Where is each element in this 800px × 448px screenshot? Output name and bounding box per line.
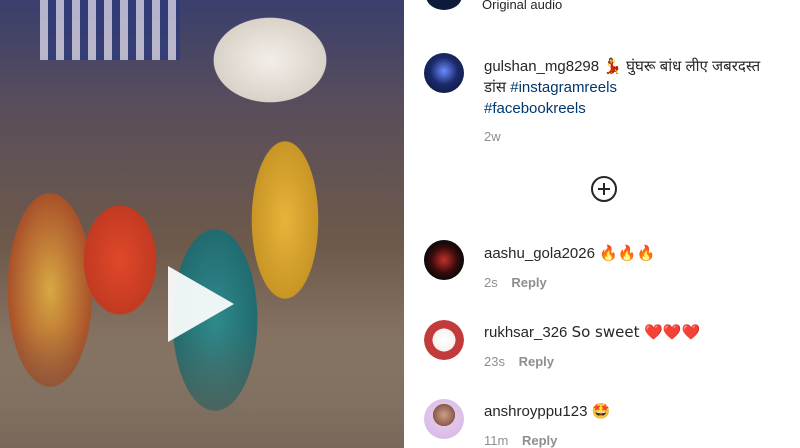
video-ground [0, 328, 404, 448]
poster-avatar[interactable] [424, 53, 464, 93]
comment-avatar[interactable] [424, 240, 464, 280]
comment-meta: 11m Reply [484, 433, 557, 448]
reply-button[interactable]: Reply [511, 275, 546, 290]
comment-row: aashu_gola2026 🔥🔥🔥 [484, 244, 655, 262]
load-more-comments-icon[interactable] [591, 176, 617, 202]
comment-timestamp: 2s [484, 275, 498, 290]
reel-video[interactable] [0, 0, 404, 448]
reply-button[interactable]: Reply [519, 354, 554, 369]
comment-username[interactable]: aashu_gola2026 [484, 245, 595, 262]
comment-avatar[interactable] [424, 399, 464, 439]
caption: gulshan_mg8298 💃 घुंघरू बांध लीए जबरदस्त… [484, 56, 784, 119]
comment-meta: 2s Reply [484, 275, 547, 290]
comment-timestamp: 11m [484, 433, 509, 448]
comment-text: So sweet ❤️❤️❤️ [571, 323, 701, 341]
caption-timestamp: 2w [484, 129, 501, 144]
comment-username[interactable]: rukhsar_326 [484, 324, 567, 341]
comment-meta: 23s Reply [484, 354, 554, 369]
audio-label[interactable]: Original audio [482, 0, 562, 12]
comment-username[interactable]: anshroyppu123 [484, 403, 587, 420]
caption-username[interactable]: gulshan_mg8298 [484, 58, 599, 75]
background-decor [40, 0, 180, 60]
comment-text: 🤩 [591, 402, 611, 420]
comment-avatar[interactable] [424, 320, 464, 360]
comment-row: anshroyppu123 🤩 [484, 402, 610, 420]
hashtag-facebookreels[interactable]: #facebookreels [484, 100, 586, 117]
play-icon[interactable] [168, 266, 234, 342]
comment-timestamp: 23s [484, 354, 505, 369]
comment-text: 🔥🔥🔥 [599, 244, 656, 262]
audio-avatar[interactable] [426, 0, 462, 10]
comment-row: rukhsar_326 So sweet ❤️❤️❤️ [484, 323, 700, 341]
hashtag-instagramreels[interactable]: #instagramreels [510, 79, 617, 96]
reply-button[interactable]: Reply [522, 433, 557, 448]
